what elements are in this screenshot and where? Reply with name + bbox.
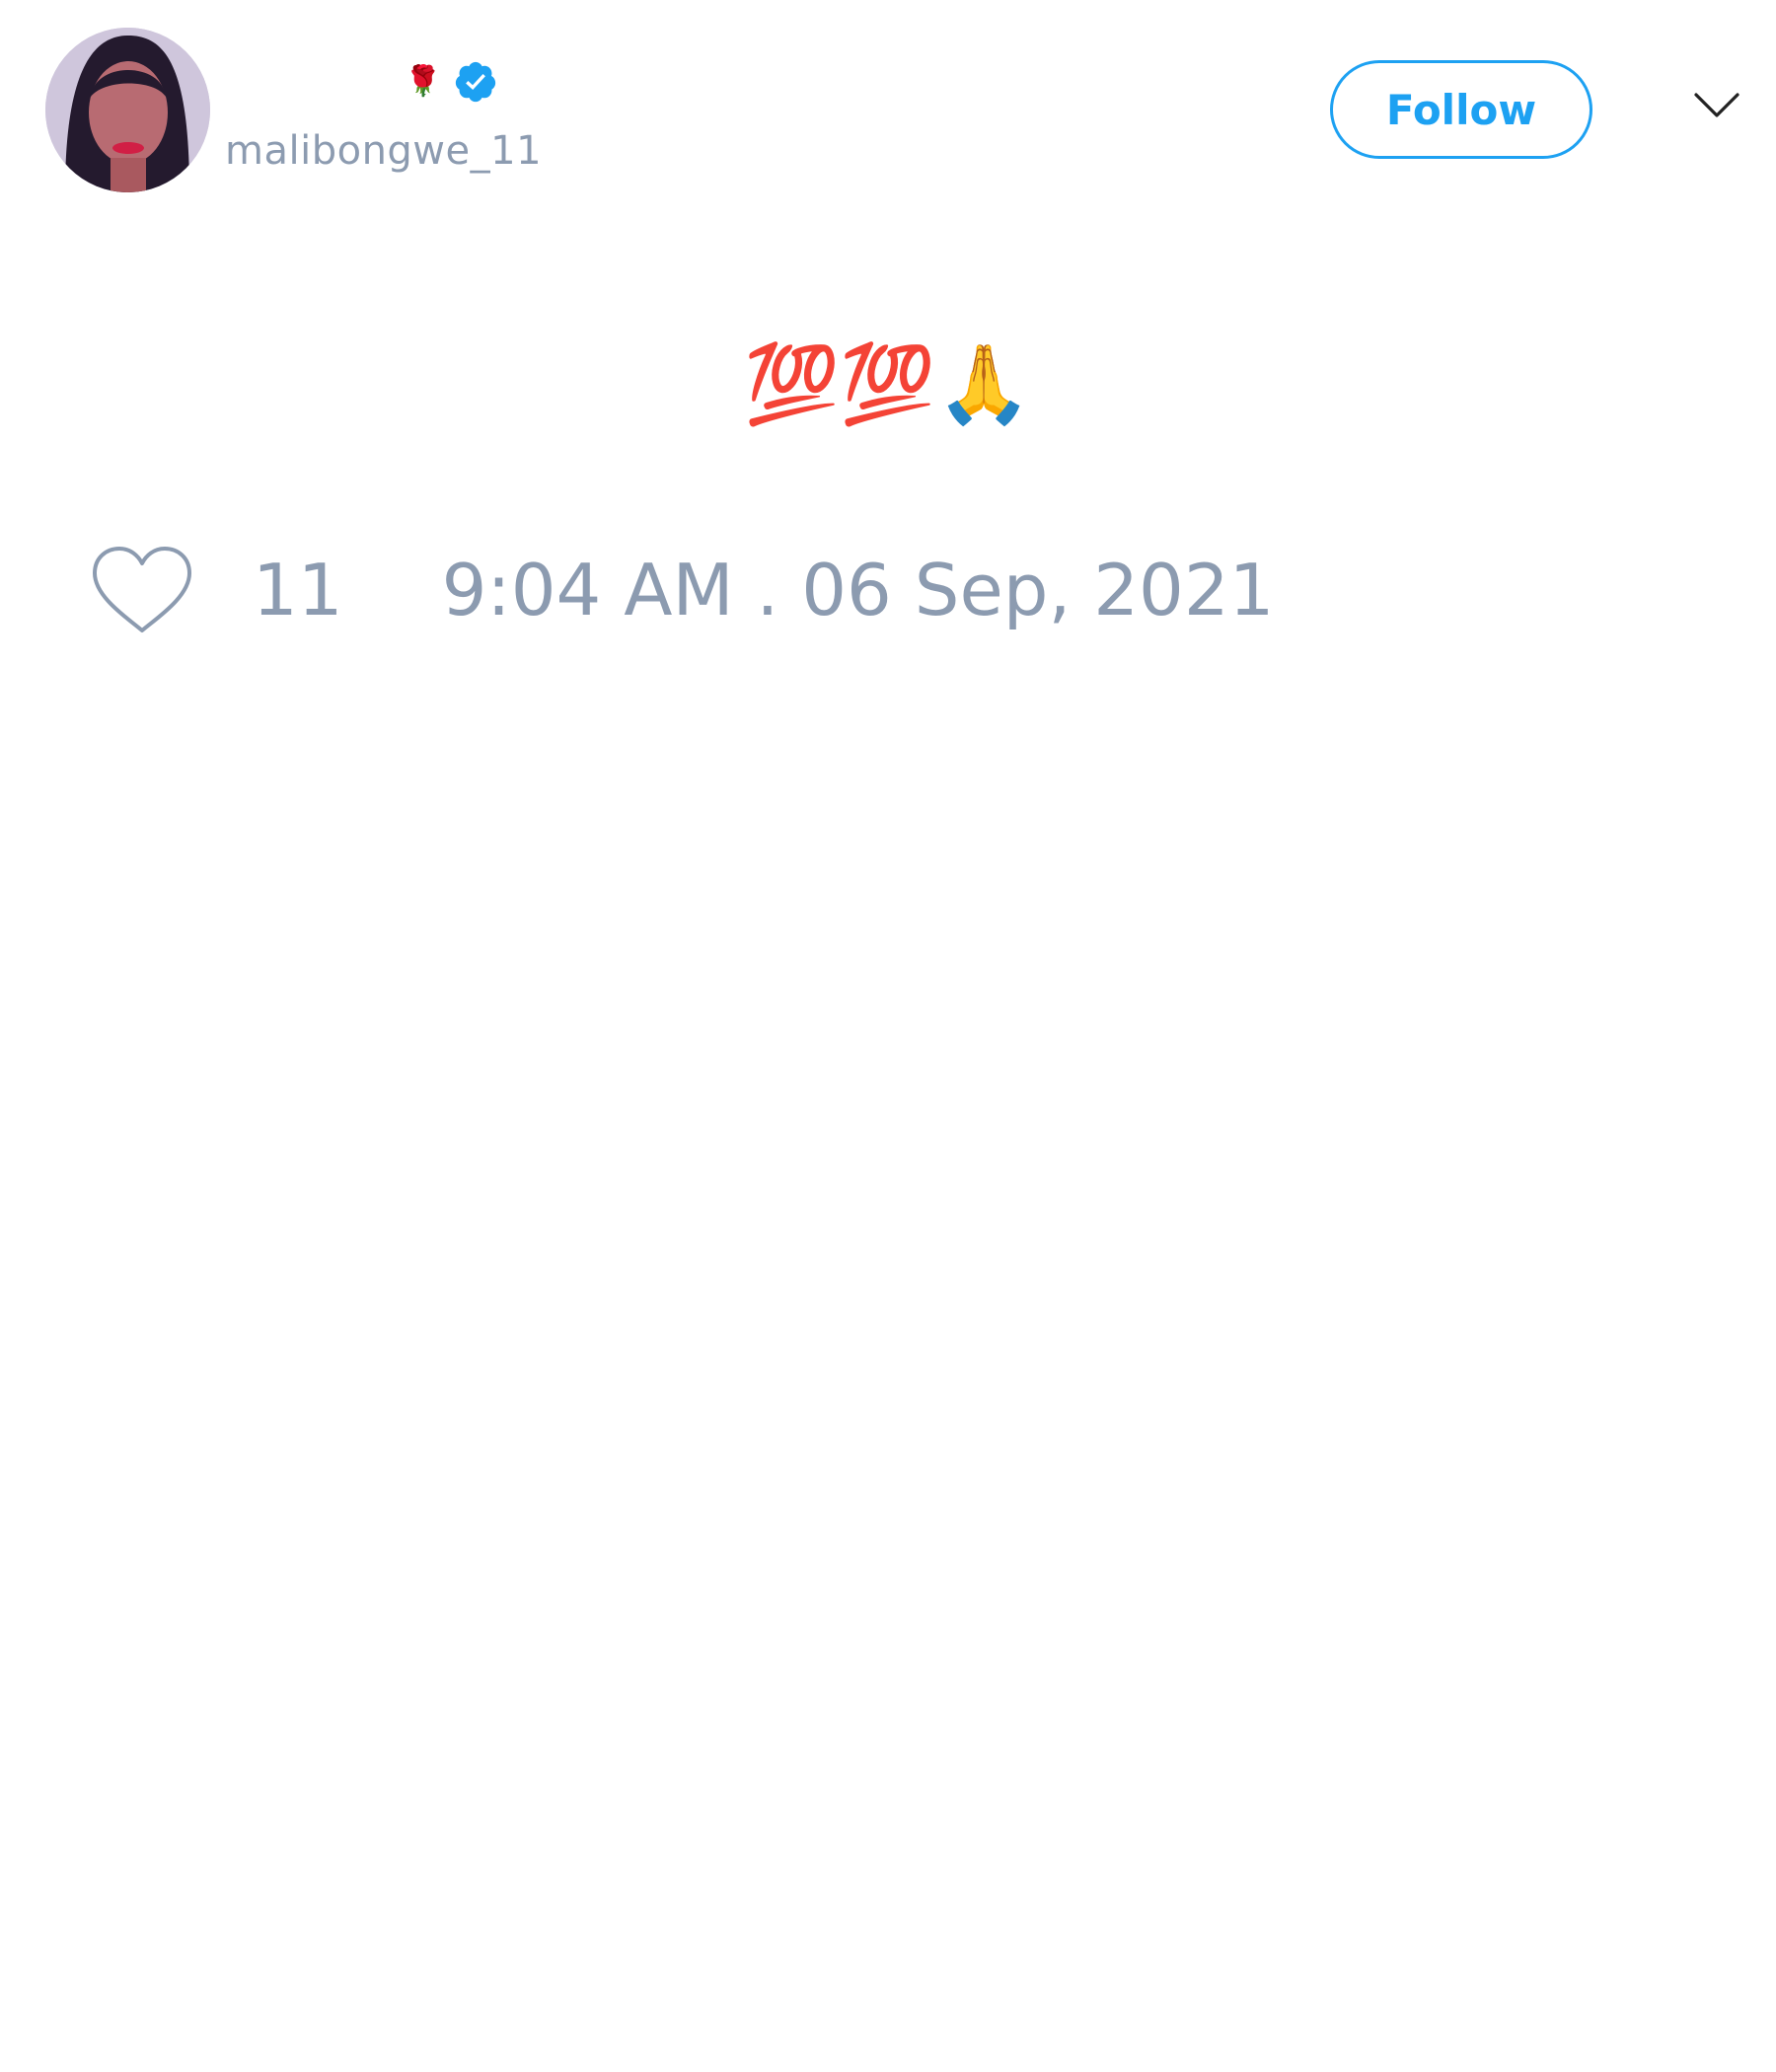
avatar[interactable] bbox=[45, 28, 210, 192]
chevron-down-icon[interactable] bbox=[1693, 91, 1740, 120]
verified-badge-icon bbox=[456, 61, 496, 103]
heart-icon[interactable] bbox=[89, 544, 195, 636]
rose-emoji: 🌹 bbox=[405, 64, 442, 99]
follow-button[interactable]: Follow bbox=[1330, 60, 1592, 159]
user-handle[interactable]: malibongwe_11 bbox=[225, 128, 542, 174]
display-name-row: 🌹 bbox=[405, 59, 498, 105]
like-count: 11 bbox=[253, 549, 343, 631]
tweet-action-row: 11 9:04 AM . 06 Sep, 2021 bbox=[89, 541, 1274, 639]
tweet-timestamp[interactable]: 9:04 AM . 06 Sep, 2021 bbox=[442, 549, 1275, 631]
tweet-text: 💯💯🙏 bbox=[744, 340, 1032, 429]
